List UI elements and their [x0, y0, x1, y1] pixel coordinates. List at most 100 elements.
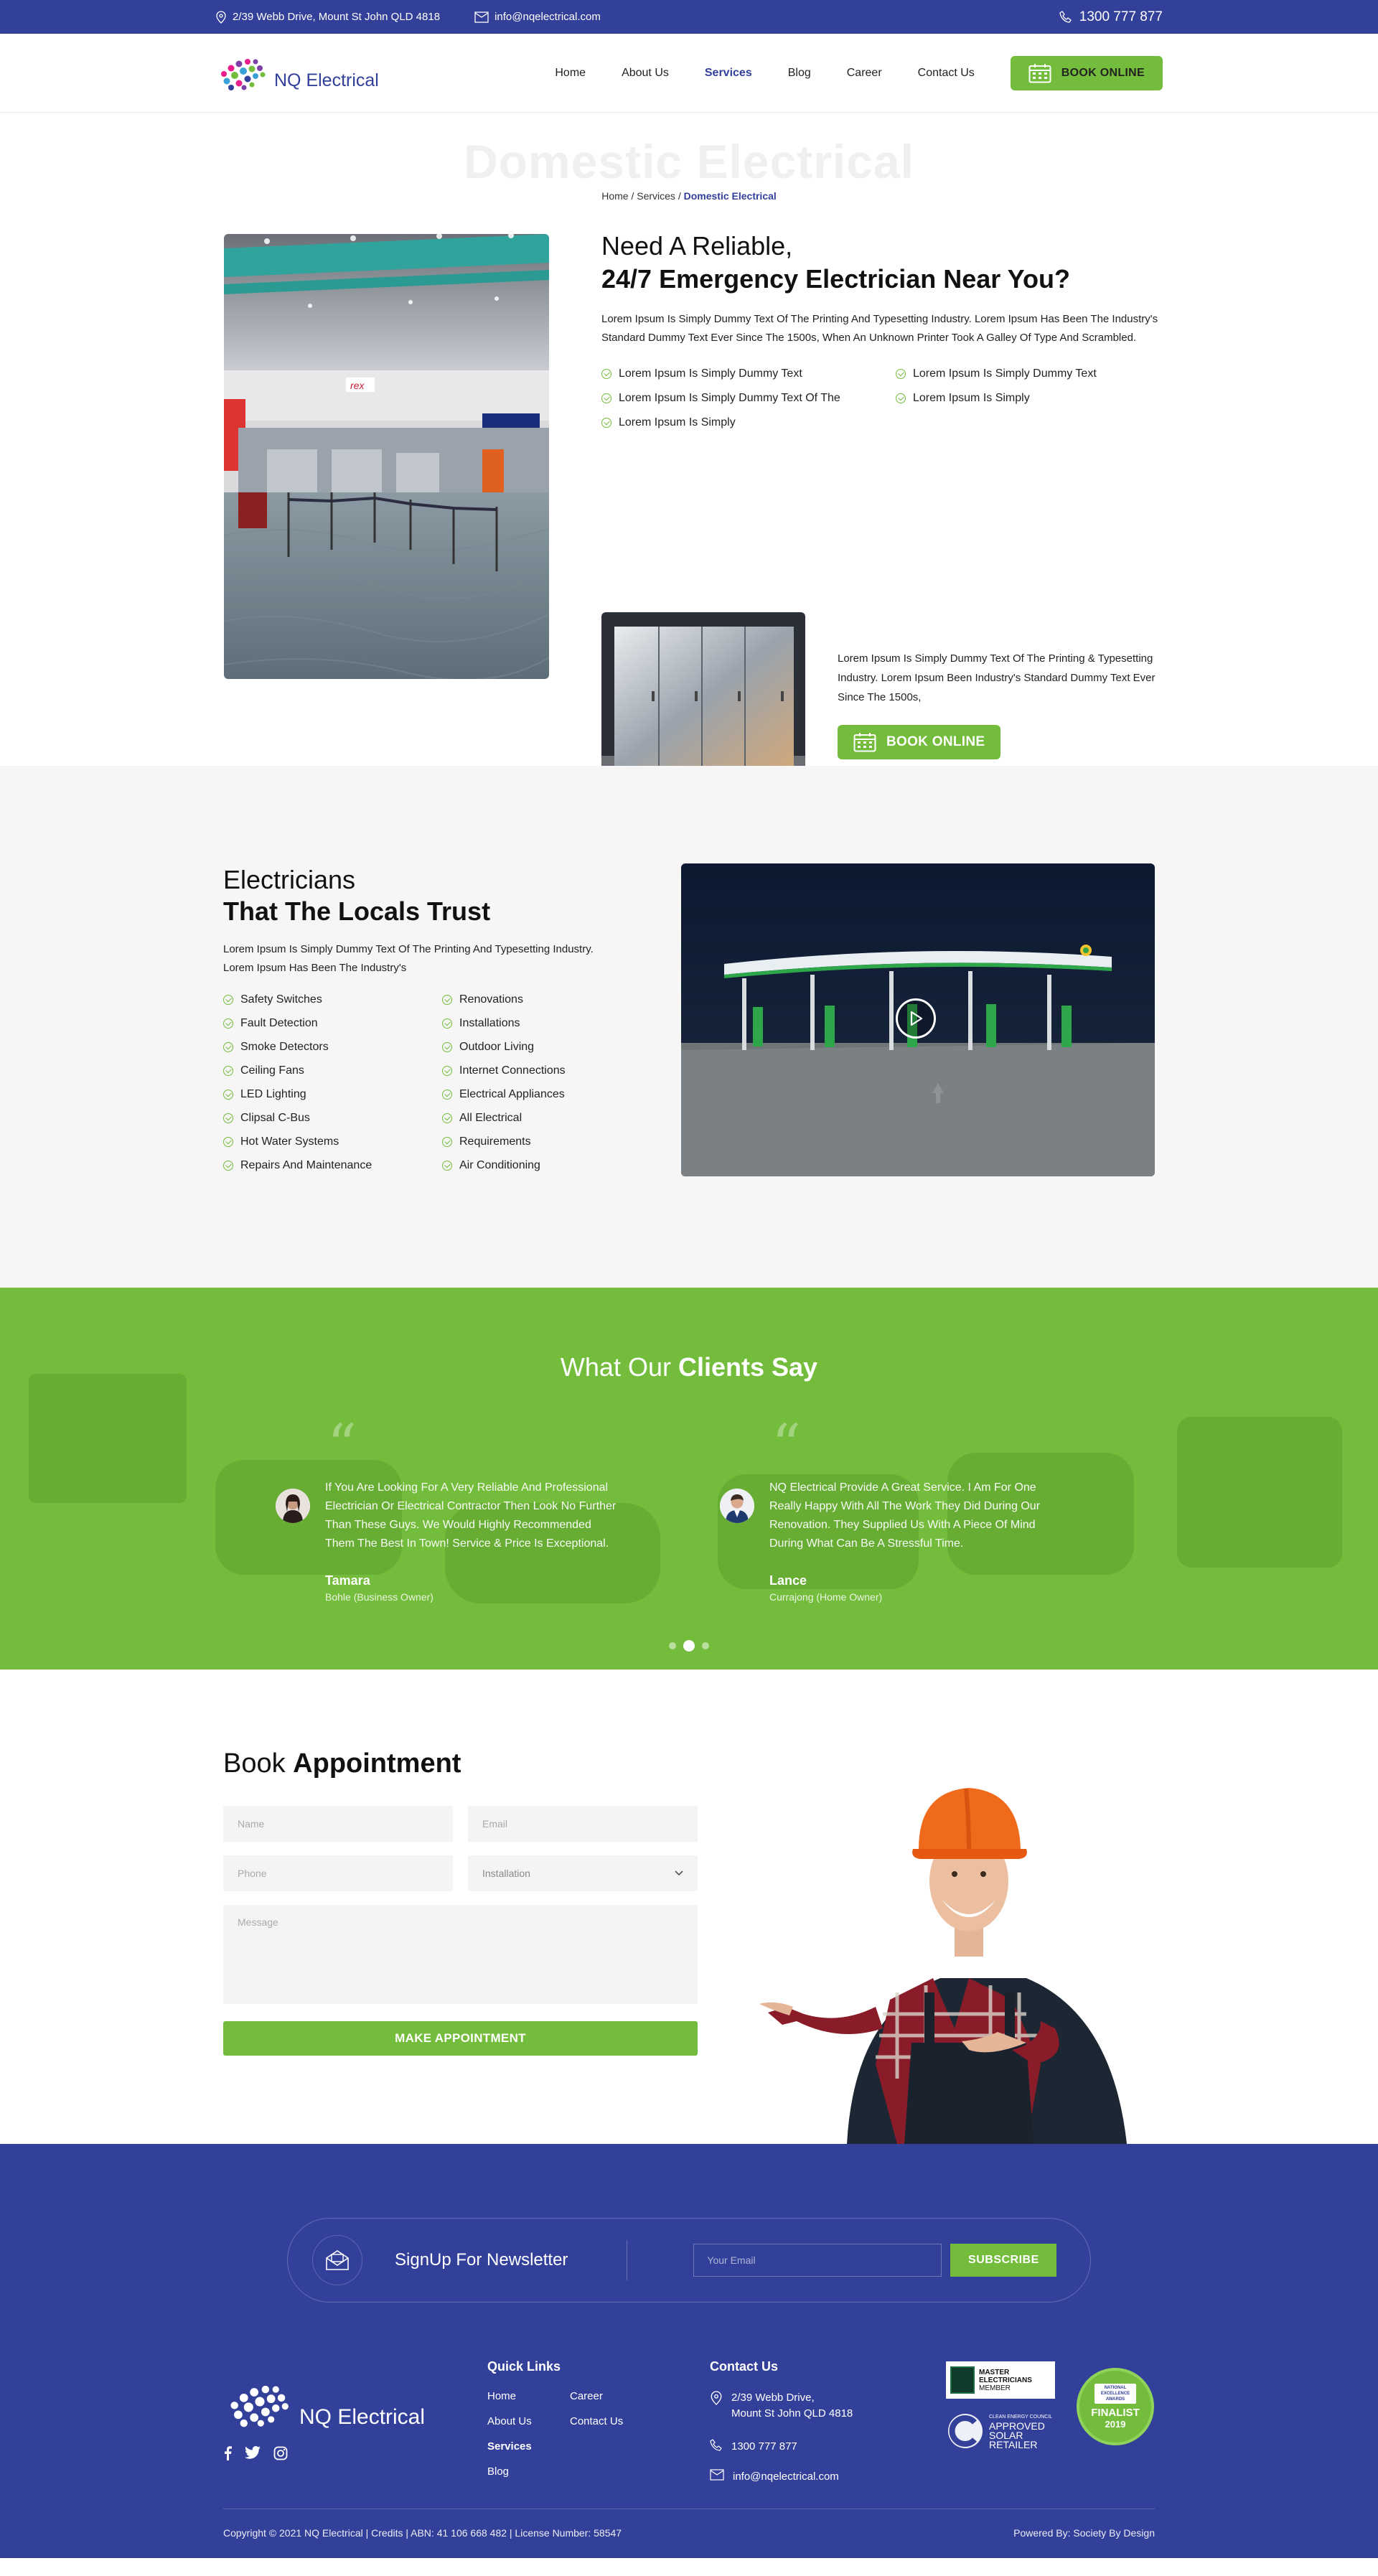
check-circle-icon: [223, 1042, 233, 1052]
list-item: Lorem Ipsum Is Simply Dummy Text Of The: [601, 392, 896, 405]
testimonial-role: Bohle (Business Owner): [325, 1591, 433, 1603]
services-list: Safety Switches Renovations Fault Detect…: [223, 993, 625, 1172]
name-field[interactable]: [223, 1806, 453, 1842]
testimonial-role: Currajong (Home Owner): [769, 1591, 883, 1603]
carousel-dot[interactable]: [669, 1642, 676, 1649]
footer-link-blog[interactable]: Blog: [487, 2465, 570, 2478]
list-item-text: Ceiling Fans: [240, 1064, 304, 1077]
list-item-text: All Electrical: [459, 1112, 522, 1124]
message-field[interactable]: [223, 1905, 698, 2004]
book-online-button[interactable]: BOOK ONLINE: [1010, 56, 1163, 90]
top-bar: 2/39 Webb Drive, Mount St John QLD 4818 …: [0, 0, 1378, 34]
play-button[interactable]: [896, 998, 936, 1039]
nav-item-career[interactable]: Career: [829, 67, 900, 80]
site-logo[interactable]: NQ Electrical: [215, 52, 379, 94]
nav-item-about[interactable]: About Us: [604, 67, 687, 80]
footer-link-career[interactable]: Career: [570, 2390, 656, 2402]
badge-text: NATIONAL: [1104, 2386, 1127, 2390]
footer-bottom-bar: Copyright © 2021 NQ Electrical | Credits…: [223, 2509, 1155, 2539]
nav-item-services[interactable]: Services: [687, 67, 770, 80]
nav-item-contact[interactable]: Contact Us: [900, 67, 993, 80]
list-item: Renovations: [442, 993, 636, 1006]
badge-text: RETAILER: [989, 2439, 1038, 2450]
airport-interior-image: rex: [224, 234, 549, 679]
topbar-phone-text: 1300 777 877: [1079, 9, 1163, 24]
footer-brand: NQ Electrical: [223, 2377, 425, 2464]
footer-link-about[interactable]: About Us: [487, 2415, 570, 2427]
nav-item-blog[interactable]: Blog: [770, 67, 829, 80]
testimonials-heading-light: What Our: [560, 1352, 678, 1382]
site-footer: SignUp For Newsletter SUBSCRIBE NQ Elect…: [0, 2144, 1378, 2558]
email-field[interactable]: [468, 1806, 698, 1842]
badge-text: MEMBER: [979, 2384, 1011, 2392]
phone-icon: [1059, 10, 1072, 23]
subscribe-button[interactable]: SUBSCRIBE: [950, 2244, 1057, 2277]
footer-email[interactable]: info@nqelectrical.com: [710, 2469, 853, 2485]
instagram-icon[interactable]: [273, 2446, 288, 2464]
service-select[interactable]: Installation: [468, 1855, 698, 1891]
page-title: Domestic Electrical: [464, 135, 914, 188]
appointment-heading-light: Book: [223, 1748, 294, 1779]
switchboard-cabinet-image: [601, 612, 805, 792]
list-item-text: Lorem Ipsum Is Simply Dummy Text Of The: [619, 392, 840, 404]
topbar-email-link[interactable]: info@nqelectrical.com: [474, 11, 601, 23]
make-appointment-button[interactable]: MAKE APPOINTMENT: [223, 2021, 698, 2056]
check-circle-icon: [442, 1066, 452, 1076]
phone-field[interactable]: [223, 1855, 453, 1891]
list-item: Lorem Ipsum Is Simply Dummy Text: [601, 367, 896, 380]
site-header: NQ Electrical Home About Us Services Blo…: [0, 34, 1378, 113]
newsletter-title: SignUp For Newsletter: [395, 2250, 568, 2270]
page-title-section: Domestic Electrical Home / Services / Do…: [0, 113, 1378, 202]
list-item: Safety Switches: [223, 993, 442, 1006]
list-item: Lorem Ipsum Is Simply Dummy Text: [896, 367, 1154, 380]
footer-phone[interactable]: 1300 777 877: [710, 2439, 853, 2455]
list-item: Outdoor Living: [442, 1041, 636, 1054]
topbar-email-text: info@nqelectrical.com: [495, 11, 601, 23]
footer-logo[interactable]: NQ Electrical: [223, 2377, 425, 2432]
footer-link-services[interactable]: Services: [487, 2440, 570, 2453]
topbar-phone-link[interactable]: 1300 777 877: [1059, 9, 1163, 25]
breadcrumb-separator: /: [675, 190, 684, 202]
list-item-text: Lorem Ipsum Is Simply: [913, 392, 1030, 404]
powered-by-link[interactable]: Powered By: Society By Design: [1013, 2527, 1155, 2539]
twitter-icon[interactable]: [245, 2446, 261, 2464]
check-circle-icon: [442, 1137, 452, 1147]
list-item: Internet Connections: [442, 1064, 636, 1077]
electricians-heading-bold: That The Locals Trust: [223, 896, 491, 926]
check-circle-icon: [442, 1090, 452, 1100]
list-item-text: Lorem Ipsum Is Simply Dummy Text: [619, 367, 802, 380]
logo-dots-icon: [230, 2385, 289, 2427]
breadcrumb-home[interactable]: Home: [601, 190, 628, 202]
check-circle-icon: [442, 995, 452, 1005]
contact-title: Contact Us: [710, 2359, 779, 2374]
footer-link-home[interactable]: Home: [487, 2390, 570, 2402]
testimonials-background: [29, 1374, 1342, 1603]
intro-heading: Need A Reliable, 24/7 Emergency Electric…: [601, 230, 1161, 296]
list-item-text: Outdoor Living: [459, 1041, 535, 1053]
appointment-heading: Book Appointment: [223, 1748, 461, 1779]
main-nav: Home About Us Services Blog Career Conta…: [537, 56, 1163, 90]
newsletter-email-input[interactable]: [693, 2244, 942, 2277]
breadcrumb: Home / Services / Domestic Electrical: [0, 190, 1378, 202]
facebook-icon[interactable]: [223, 2446, 232, 2464]
list-item: Installations: [442, 1017, 636, 1030]
electricians-text: Electricians That The Locals Trust Lorem…: [223, 864, 625, 1172]
avatar: [276, 1489, 310, 1523]
calendar-icon: [1028, 64, 1051, 83]
location-pin-icon: [216, 10, 226, 24]
carousel-dot[interactable]: [702, 1642, 709, 1649]
newsletter-bar: SignUp For Newsletter SUBSCRIBE: [287, 2218, 1091, 2303]
carousel-dot-active[interactable]: [683, 1640, 695, 1652]
quote-icon: “: [772, 1412, 801, 1479]
list-item-text: Installations: [459, 1017, 520, 1029]
check-circle-icon: [442, 1018, 452, 1029]
video-player[interactable]: [681, 863, 1155, 1176]
intro-heading-light: Need A Reliable,: [601, 231, 793, 261]
breadcrumb-services[interactable]: Services: [637, 190, 675, 202]
book-online-button-secondary[interactable]: BOOK ONLINE: [838, 725, 1001, 759]
quick-links-list: Home Career About Us Contact Us Services…: [487, 2390, 656, 2478]
footer-link-contact[interactable]: Contact Us: [570, 2415, 656, 2427]
list-item: Lorem Ipsum Is Simply: [896, 392, 1154, 405]
testimonial-name: Lance: [769, 1573, 807, 1588]
nav-item-home[interactable]: Home: [537, 67, 604, 80]
